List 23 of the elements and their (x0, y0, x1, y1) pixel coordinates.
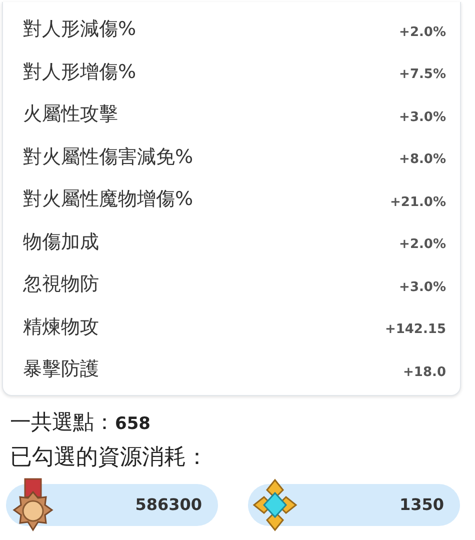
stat-label: 對人形減傷% (23, 17, 136, 42)
stat-label: 對火屬性傷害減免% (23, 144, 194, 170)
resource-amount: 1350 (399, 495, 444, 514)
stat-value: +3.0% (399, 278, 446, 295)
stat-label: 暴擊防護 (23, 357, 99, 382)
stat-value: +2.0% (399, 236, 446, 252)
stat-label: 對火屬性魔物增傷% (23, 187, 194, 212)
stat-value: +142.15 (384, 321, 446, 338)
stat-value: +18.0 (403, 364, 446, 380)
stat-label: 火屬性攻擊 (23, 102, 118, 128)
stat-value: +21.0% (390, 194, 446, 210)
stat-label: 對人形增傷% (23, 60, 136, 85)
stat-value: +7.5% (399, 66, 446, 82)
stat-value: +8.0% (399, 151, 446, 168)
total-label: 一共選點： (10, 408, 115, 436)
stat-label: 忽視物防 (23, 272, 99, 298)
cost-title: 已勾選的資源消耗： (9, 444, 209, 472)
stat-value: +2.0% (399, 24, 446, 40)
stat-label: 精煉物攻 (23, 314, 99, 340)
resource-amount: 586300 (135, 495, 202, 514)
stat-label: 物傷加成 (23, 230, 99, 255)
stat-value: +3.0% (399, 108, 446, 125)
total-value: 658 (115, 414, 150, 434)
